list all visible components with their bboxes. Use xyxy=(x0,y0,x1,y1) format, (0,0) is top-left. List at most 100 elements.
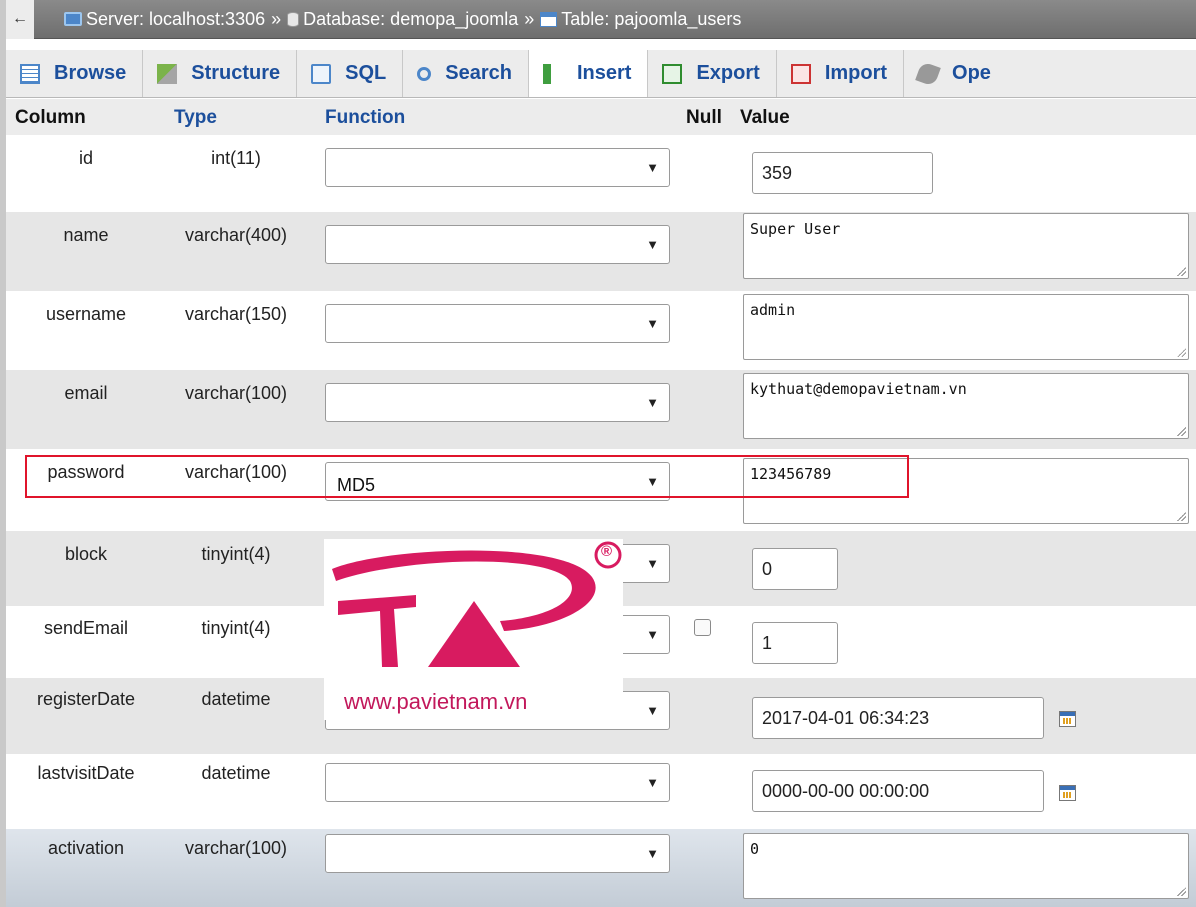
dropdown-arrow-icon: ▼ xyxy=(646,474,659,489)
tab-operations[interactable]: Ope xyxy=(904,50,1007,97)
table-row: name varchar(400) ▼ Super User xyxy=(6,212,1196,291)
date-input-text: 0000-00-00 00:00:00 xyxy=(762,780,930,801)
resize-handle-icon[interactable] xyxy=(1176,886,1186,896)
value-input[interactable]: 359 xyxy=(752,152,933,194)
value-textarea[interactable]: Super User xyxy=(743,213,1189,279)
table-row: id int(11) ▼ 359 xyxy=(6,135,1196,212)
date-input[interactable]: 2017-04-01 06:34:23 xyxy=(752,697,1044,739)
table-row: password varchar(100) MD5 ▼ 123456789 xyxy=(6,449,1196,531)
header-column: Column xyxy=(15,107,86,128)
resize-handle-icon[interactable] xyxy=(1176,511,1186,521)
function-select[interactable]: ▼ xyxy=(325,383,670,422)
breadcrumb-separator: » xyxy=(524,8,535,29)
value-textarea-text: 0 xyxy=(750,840,760,858)
column-name: block xyxy=(64,544,108,564)
dropdown-arrow-icon: ▼ xyxy=(646,556,659,571)
value-textarea-text: kythuat@demopavietnam.vn xyxy=(750,380,967,398)
dropdown-arrow-icon: ▼ xyxy=(646,775,659,790)
function-select[interactable]: ▼ xyxy=(325,834,670,873)
import-icon xyxy=(790,63,811,84)
tab-structure-label: Structure xyxy=(191,62,281,84)
function-select[interactable]: MD5 ▼ xyxy=(325,462,670,501)
header-function[interactable]: Function xyxy=(325,107,405,129)
date-input[interactable]: 0000-00-00 00:00:00 xyxy=(752,770,1044,812)
function-select[interactable]: ▼ xyxy=(325,148,670,187)
column-type: int(11) xyxy=(211,148,261,168)
column-type: varchar(150) xyxy=(184,304,288,324)
value-textarea[interactable]: admin xyxy=(743,294,1189,360)
value-input[interactable]: 1 xyxy=(752,622,838,664)
watermark-url: www.pavietnam.vn xyxy=(344,689,528,714)
table-icon xyxy=(540,11,558,27)
dropdown-arrow-icon: ▼ xyxy=(646,627,659,642)
breadcrumb: ← Server: localhost:3306 » Database: dem… xyxy=(6,0,1196,39)
null-checkbox[interactable] xyxy=(694,619,711,636)
calendar-icon[interactable] xyxy=(1059,711,1076,727)
table-row: lastvisitDate datetime ▼ 0000-00-00 00:0… xyxy=(6,754,1196,829)
dropdown-arrow-icon: ▼ xyxy=(646,316,659,331)
pavietnam-logo-mark xyxy=(332,541,622,667)
tab-search-label: Search xyxy=(445,62,512,84)
column-name: registerDate xyxy=(36,689,136,709)
value-textarea[interactable]: 123456789 xyxy=(743,458,1189,524)
column-name: email xyxy=(64,383,108,403)
column-name: lastvisitDate xyxy=(37,763,135,783)
table-row: email varchar(100) ▼ kythuat@demopavietn… xyxy=(6,370,1196,449)
calendar-icon[interactable] xyxy=(1059,785,1076,801)
column-type: datetime xyxy=(201,763,271,783)
breadcrumb-database[interactable]: Database: demopa_joomla xyxy=(287,9,518,30)
tab-browse[interactable]: Browse xyxy=(6,50,144,97)
value-input-text: 1 xyxy=(762,632,773,653)
column-type: datetime xyxy=(201,689,271,709)
tab-bar: Browse Structure SQL Search Insert Expor… xyxy=(6,50,1196,98)
tab-structure[interactable]: Structure xyxy=(143,50,298,97)
breadcrumb-database-label[interactable]: Database: demopa_joomla xyxy=(303,9,518,30)
resize-handle-icon[interactable] xyxy=(1176,426,1186,436)
breadcrumb-separator: » xyxy=(271,8,282,29)
breadcrumb-table-label[interactable]: Table: pajoomla_users xyxy=(561,9,741,30)
header-value: Value xyxy=(740,107,790,128)
value-textarea-text: 123456789 xyxy=(750,465,832,483)
export-icon xyxy=(662,63,683,84)
value-textarea[interactable]: kythuat@demopavietnam.vn xyxy=(743,373,1189,439)
tab-search[interactable]: Search xyxy=(403,50,529,97)
function-select[interactable]: ▼ xyxy=(325,763,670,802)
breadcrumb-server-label[interactable]: Server: localhost:3306 xyxy=(86,9,265,30)
function-select[interactable]: ▼ xyxy=(325,304,670,343)
value-textarea-text: Super User xyxy=(750,220,841,238)
value-input-text: 359 xyxy=(762,162,793,183)
value-textarea[interactable]: 0 xyxy=(743,833,1189,899)
column-type: tinyint(4) xyxy=(201,618,271,638)
breadcrumb-server[interactable]: Server: localhost:3306 xyxy=(64,9,265,30)
dropdown-arrow-icon: ▼ xyxy=(646,846,659,861)
tab-insert-label: Insert xyxy=(577,62,632,84)
tab-export-label: Export xyxy=(696,62,760,84)
column-type: varchar(100) xyxy=(184,383,288,403)
tab-insert[interactable]: Insert xyxy=(529,50,649,97)
pavietnam-logo: ® www.pavietnam.vn xyxy=(324,539,623,720)
collapse-arrow-button[interactable]: ← xyxy=(6,0,34,39)
header-null: Null xyxy=(686,107,722,128)
dropdown-arrow-icon: ▼ xyxy=(646,395,659,410)
value-input[interactable]: 0 xyxy=(752,548,838,590)
header-type[interactable]: Type xyxy=(174,107,217,129)
tab-import[interactable]: Import xyxy=(777,50,905,97)
table-header: Column Type Function Null Value xyxy=(6,99,1196,135)
tab-sql[interactable]: SQL xyxy=(297,50,404,97)
resize-handle-icon[interactable] xyxy=(1176,347,1186,357)
browse-icon xyxy=(20,63,40,84)
database-icon xyxy=(287,11,300,27)
column-name: activation xyxy=(47,838,125,858)
column-type: varchar(100) xyxy=(184,838,288,858)
resize-handle-icon[interactable] xyxy=(1176,266,1186,276)
column-name: name xyxy=(63,225,109,245)
structure-icon xyxy=(157,63,178,84)
function-select-value: MD5 xyxy=(337,475,376,495)
tab-export[interactable]: Export xyxy=(648,50,777,97)
date-input-text: 2017-04-01 06:34:23 xyxy=(762,707,930,728)
breadcrumb-table[interactable]: Table: pajoomla_users xyxy=(540,9,741,30)
tab-sql-label: SQL xyxy=(345,62,387,84)
function-select[interactable]: ▼ xyxy=(325,225,670,264)
dropdown-arrow-icon: ▼ xyxy=(646,703,659,718)
column-type: varchar(100) xyxy=(184,462,288,482)
